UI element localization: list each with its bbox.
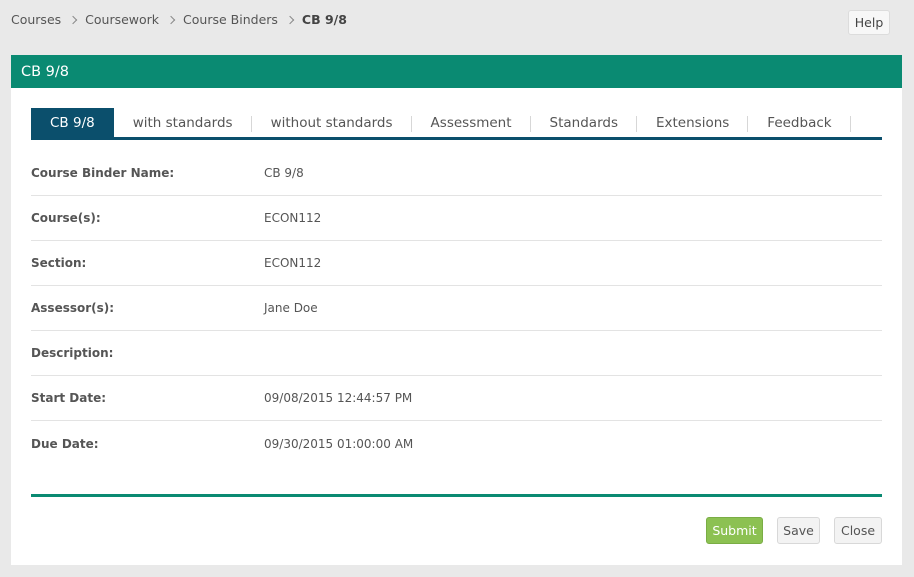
detail-value: 09/08/2015 12:44:57 PM bbox=[264, 391, 413, 405]
course-binder-panel: CB 9/8 CB 9/8 with standards without sta… bbox=[11, 55, 902, 565]
chevron-right-icon bbox=[285, 15, 295, 24]
tab-bar: CB 9/8 with standards without standards … bbox=[31, 108, 882, 140]
panel-title: CB 9/8 bbox=[21, 63, 70, 80]
breadcrumb-course-binders[interactable]: Course Binders bbox=[183, 12, 278, 27]
chevron-right-icon bbox=[68, 15, 78, 24]
detail-row-courses: Course(s): ECON112 bbox=[31, 196, 882, 241]
detail-row-due-date: Due Date: 09/30/2015 01:00:00 AM bbox=[31, 421, 882, 466]
panel-header: CB 9/8 bbox=[11, 55, 902, 88]
close-button[interactable]: Close bbox=[834, 517, 882, 544]
detail-row-section: Section: ECON112 bbox=[31, 241, 882, 286]
tab-standards[interactable]: Standards bbox=[531, 108, 638, 137]
detail-label: Course Binder Name: bbox=[31, 166, 175, 180]
detail-label: Description: bbox=[31, 346, 114, 360]
tab-feedback[interactable]: Feedback bbox=[748, 108, 851, 137]
chevron-right-icon bbox=[166, 15, 176, 24]
detail-label: Course(s): bbox=[31, 211, 101, 225]
detail-value: 09/30/2015 01:00:00 AM bbox=[264, 436, 414, 451]
detail-row-start-date: Start Date: 09/08/2015 12:44:57 PM bbox=[31, 376, 882, 421]
breadcrumb-courses[interactable]: Courses bbox=[11, 12, 61, 27]
detail-label: Assessor(s): bbox=[31, 301, 115, 315]
submit-button[interactable]: Submit bbox=[706, 517, 763, 544]
detail-value: Jane Doe bbox=[264, 301, 318, 315]
detail-label: Section: bbox=[31, 256, 87, 270]
detail-value: ECON112 bbox=[264, 256, 322, 270]
footer-divider bbox=[31, 494, 882, 497]
tab-assessment[interactable]: Assessment bbox=[412, 108, 531, 137]
detail-value: CB 9/8 bbox=[264, 166, 304, 180]
tab-with-standards[interactable]: with standards bbox=[114, 108, 252, 137]
detail-row-binder-name: Course Binder Name: CB 9/8 bbox=[31, 151, 882, 196]
breadcrumb-coursework[interactable]: Coursework bbox=[85, 12, 159, 27]
save-button[interactable]: Save bbox=[777, 517, 820, 544]
binder-details: Course Binder Name: CB 9/8 Course(s): EC… bbox=[31, 151, 882, 466]
help-button[interactable]: Help bbox=[848, 10, 890, 35]
tab-without-standards[interactable]: without standards bbox=[252, 108, 412, 137]
detail-label: Due Date: bbox=[31, 436, 99, 451]
breadcrumb-current: CB 9/8 bbox=[301, 12, 347, 27]
detail-value: ECON112 bbox=[264, 211, 322, 225]
detail-row-assessors: Assessor(s): Jane Doe bbox=[31, 286, 882, 331]
detail-label: Start Date: bbox=[31, 391, 107, 405]
tab-overview[interactable]: CB 9/8 bbox=[31, 108, 114, 137]
detail-row-description: Description: bbox=[31, 331, 882, 376]
breadcrumb: Courses Coursework Course Binders CB 9/8 bbox=[11, 12, 347, 27]
tab-extensions[interactable]: Extensions bbox=[637, 108, 749, 137]
